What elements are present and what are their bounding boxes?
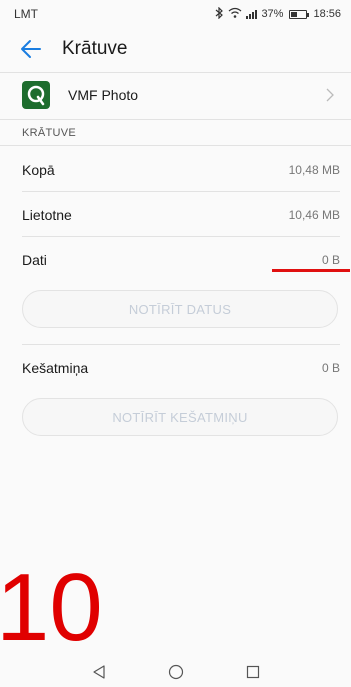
row-value: 10,48 MB	[288, 163, 340, 177]
annotation-underline	[272, 269, 350, 272]
back-arrow-icon[interactable]	[20, 38, 42, 60]
app-name: VMF Photo	[68, 87, 139, 103]
status-indicators: 37% 18:56	[215, 6, 341, 22]
row-value: 10,46 MB	[288, 208, 340, 222]
header-divider	[0, 72, 351, 73]
storage-row-total: Kopā 10,48 MB	[22, 162, 340, 178]
app-info-row[interactable]: VMF Photo	[0, 77, 351, 113]
row-divider	[22, 344, 340, 345]
nav-back-icon[interactable]	[92, 665, 106, 679]
step-number-annotation: 10	[0, 554, 103, 661]
signal-icon	[246, 9, 258, 19]
battery-percent: 37%	[261, 8, 284, 20]
page-title: Krātuve	[62, 38, 128, 59]
carrier-name: LMT	[14, 7, 38, 21]
row-value: 0 B	[321, 253, 340, 267]
storage-row-data: Dati 0 B	[22, 252, 340, 268]
clear-cache-button[interactable]: NOTĪRĪT KEŠATMIŅU	[22, 398, 338, 436]
row-label: Kešatmiņa	[22, 360, 89, 376]
app-bar: Krātuve	[0, 28, 351, 70]
app-row-divider	[0, 119, 351, 120]
storage-row-app: Lietotne 10,46 MB	[22, 207, 340, 223]
bluetooth-icon	[215, 6, 224, 22]
row-divider	[22, 191, 340, 192]
battery-icon	[289, 9, 310, 19]
wifi-icon	[228, 7, 242, 21]
nav-home-icon[interactable]	[168, 664, 184, 680]
status-bar: LMT 37% 18:56	[0, 0, 351, 28]
row-divider	[22, 236, 340, 237]
row-value: 0 B	[321, 361, 340, 375]
row-label: Dati	[22, 252, 47, 268]
app-icon	[22, 81, 50, 109]
row-label: Lietotne	[22, 207, 72, 223]
clock: 18:56	[313, 8, 341, 20]
row-label: Kopā	[22, 162, 55, 178]
navigation-bar	[0, 657, 351, 687]
clear-data-button[interactable]: NOTĪRĪT DATUS	[22, 290, 338, 328]
section-header-storage: KRĀTUVE	[22, 127, 77, 139]
storage-row-cache: Kešatmiņa 0 B	[22, 360, 340, 376]
chevron-right-icon	[326, 88, 334, 102]
section-divider	[0, 145, 351, 146]
nav-recents-icon[interactable]	[246, 665, 260, 679]
